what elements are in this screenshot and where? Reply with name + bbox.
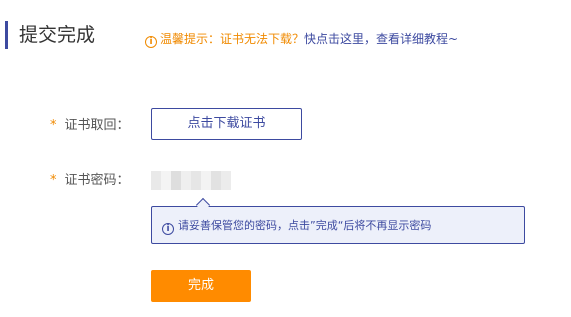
page-title: 提交完成	[19, 24, 96, 46]
password-label-text: 证书密码：	[64, 173, 130, 188]
info-icon: i	[145, 36, 157, 48]
required-mark: *	[50, 118, 57, 133]
password-notice: i 请妥善保管您的密码，点击”完成“后将不再显示密码	[151, 206, 525, 244]
password-notice-text: 请妥善保管您的密码，点击”完成“后将不再显示密码	[178, 219, 432, 232]
blur-pixel	[171, 171, 181, 190]
blur-pixel	[201, 171, 211, 190]
tutorial-link[interactable]: 快点击这里，查看详细教程~	[304, 32, 458, 46]
retrieve-label-text: 证书取回：	[64, 118, 130, 133]
blur-pixel	[191, 171, 201, 190]
info-icon: i	[162, 223, 174, 235]
blur-pixel	[181, 171, 191, 190]
title-accent-bar	[5, 21, 8, 49]
blurred-password-value	[151, 171, 231, 190]
required-mark: *	[50, 173, 57, 188]
done-button[interactable]: 完成	[151, 270, 251, 302]
download-tip: i 温馨提示：证书无法下载？快点击这里，查看详细教程~	[145, 31, 458, 48]
tip-warning-text: 温馨提示：证书无法下载？	[160, 32, 305, 46]
certificate-submit-complete-page: 提交完成 i 温馨提示：证书无法下载？快点击这里，查看详细教程~ * 证书取回： 点…	[0, 0, 571, 317]
blur-pixel	[221, 171, 231, 190]
password-notice-text-row: i 请妥善保管您的密码，点击”完成“后将不再显示密码	[162, 218, 431, 235]
blur-pixel	[151, 171, 161, 190]
blur-pixel	[161, 171, 171, 190]
blur-pixel	[211, 171, 221, 190]
password-label: * 证书密码：	[50, 172, 130, 190]
retrieve-label: * 证书取回：	[50, 117, 130, 135]
download-certificate-button[interactable]: 点击下载证书	[151, 108, 302, 140]
